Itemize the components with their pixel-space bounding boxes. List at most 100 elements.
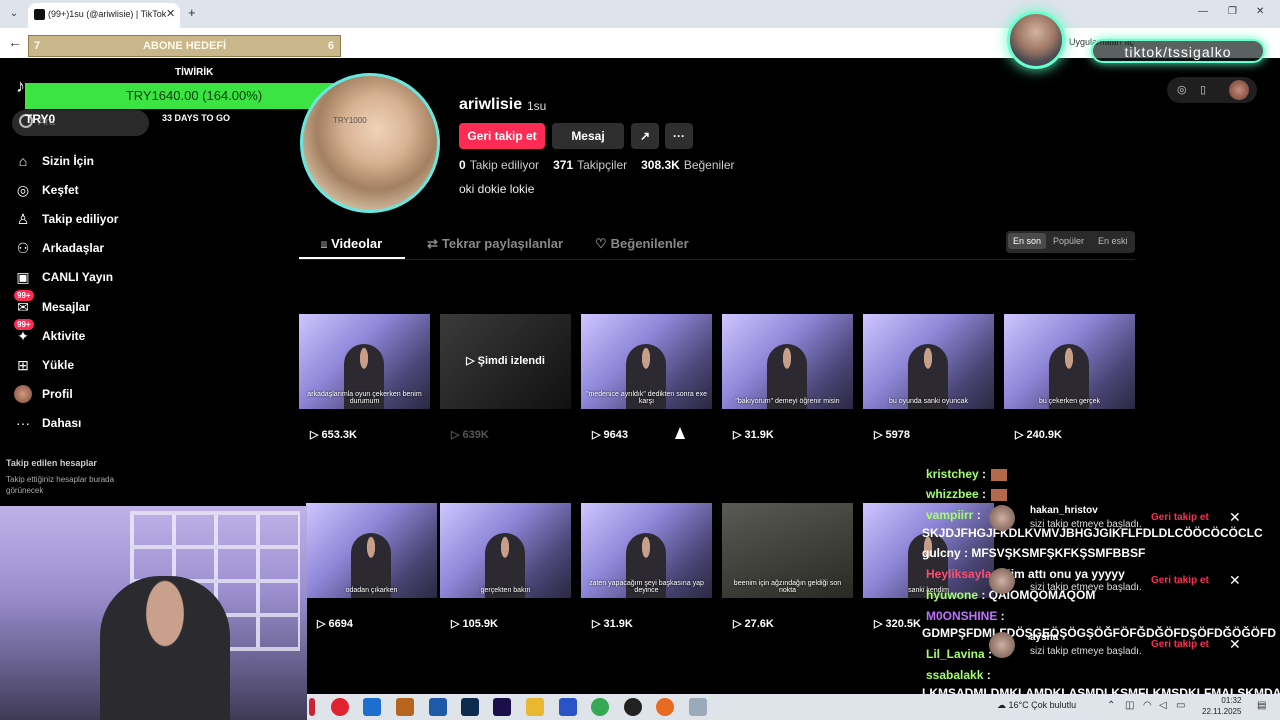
weather-widget[interactable]: ☁ 16°C Çok bulutlu — [997, 700, 1076, 711]
tray-volume-icon[interactable]: ◁ — [1159, 700, 1167, 711]
live-icon: ▣ — [16, 268, 30, 285]
tab-title: (99+)1su (@ariwlisie) | TikTok — [48, 9, 167, 19]
sidebar-item-2[interactable]: ◎ Keşfet — [14, 179, 234, 201]
message-button[interactable]: Mesaj — [552, 123, 624, 149]
sidebar-item-10[interactable]: ··· Dahası — [14, 412, 234, 434]
firefox-icon[interactable] — [656, 698, 674, 716]
share-icon[interactable]: ↗ — [631, 123, 659, 149]
stat-followers[interactable]: 371 Takipçiler — [553, 158, 627, 172]
video-caption: zaten yapacağım şeyi başkasına yap deyin… — [589, 580, 704, 594]
notification-follow-back-button[interactable]: Geri takip et — [1151, 639, 1209, 650]
chat-username: Heyliksayla — [926, 567, 992, 581]
sidebar-item-4[interactable]: ⚇ Arkadaşlar — [14, 237, 234, 259]
stat-following[interactable]: 0 Takip ediliyor — [459, 158, 539, 172]
more-options-icon[interactable]: ··· — [665, 123, 693, 149]
taskbar-app-icon[interactable] — [309, 698, 315, 716]
goal-current: 7 — [34, 40, 41, 52]
sidebar-item-5[interactable]: ▣ CANLI Yayın — [14, 266, 234, 288]
premiere-icon[interactable] — [493, 698, 511, 716]
chat-text: : — [997, 609, 1005, 623]
folder-icon[interactable] — [526, 698, 544, 716]
video-card[interactable]: arkadaşlarımla oyun çekerken benim durum… — [299, 314, 430, 409]
chat-text: : — [978, 487, 990, 501]
notification-follow-back-button[interactable]: Geri takip et — [1151, 575, 1209, 586]
coins-icon[interactable]: ◎ — [1177, 83, 1187, 96]
video-card[interactable]: "bakıyorum" demeyi öğrenir misin — [722, 314, 853, 409]
notification-center-icon[interactable]: ▤ — [1257, 700, 1266, 711]
tiktok-favicon-icon — [34, 9, 45, 20]
outlook-icon[interactable] — [363, 698, 381, 716]
sidebar-item-6[interactable]: ✉ 99+ Mesajlar — [14, 290, 234, 318]
compass-icon: ◎ — [16, 181, 30, 198]
sidebar-item-9[interactable]: Profil — [14, 383, 234, 405]
tab-liked[interactable]: ♡ Beğenilenler — [595, 236, 689, 252]
video-card[interactable]: zaten yapacağım şeyi başkasına yap deyin… — [581, 503, 712, 598]
video-card[interactable]: "medenice ayrıldık" dedikten sonra exe k… — [581, 314, 712, 409]
browser-tab[interactable]: (99+)1su (@ariwlisie) | TikTok ✕ — [28, 3, 180, 28]
sort-oldest[interactable]: En eski — [1098, 236, 1128, 246]
chrome-icon[interactable] — [591, 698, 609, 716]
sort-toggle: En son Popüler En eski — [1006, 231, 1135, 253]
profile-bio: oki dokie lokie — [459, 182, 535, 196]
tray-network-icon[interactable]: ◫ — [1125, 700, 1134, 711]
tab-reposts[interactable]: ⇄ Tekrar paylaşılanlar — [427, 236, 563, 252]
chat-username: ssabalakk — [926, 668, 984, 682]
notification-close-icon[interactable]: ✕ — [1229, 572, 1241, 589]
notification-badge: 99+ — [14, 290, 34, 301]
sort-latest[interactable]: En son — [1008, 233, 1047, 249]
goal-target: 6 — [327, 40, 334, 52]
following-icon: ♙ — [16, 210, 30, 227]
video-card[interactable]: odadan çıkarken — [306, 503, 437, 598]
video-card[interactable]: ▷ Şimdi izlendi — [440, 314, 571, 409]
clock-date: 22.11.2025 — [1202, 707, 1242, 716]
video-card[interactable]: beenim için ağzındağın geldiği son nokta — [722, 503, 853, 598]
new-tab-button[interactable]: + — [188, 5, 196, 20]
subscriber-goal-bar: ABONE HEDEFİ 7 6 — [28, 35, 341, 57]
notification-username: hakan_hristov — [1030, 505, 1098, 516]
sidebar-item-label: Keşfet — [42, 183, 79, 197]
donation-goal-label: TRY0 — [25, 112, 56, 126]
streamer-avatar — [1007, 11, 1065, 69]
notification-follow-back-button[interactable]: Geri takip et — [1151, 512, 1209, 523]
streamer-handle: tiktok/tssigalko — [1124, 44, 1232, 60]
photoshop-icon[interactable] — [461, 698, 479, 716]
chat-text: : — [973, 508, 981, 522]
profile-icon — [14, 385, 32, 403]
obs-icon[interactable] — [624, 698, 642, 716]
video-view-count: ▷ 27.6K — [733, 618, 774, 630]
video-card[interactable]: gerçekten bakın — [440, 503, 571, 598]
notification-close-icon[interactable]: ✕ — [1229, 636, 1241, 653]
grid-icon: ⦙⦙⦙ — [321, 240, 328, 250]
device-icon[interactable]: ▯ — [1200, 83, 1206, 96]
sidebar-item-7[interactable]: ✦ 99+ Aktivite — [14, 319, 234, 347]
video-card[interactable]: bu çekerken gerçek — [1004, 314, 1135, 409]
tray-wifi-icon[interactable]: ◠ — [1143, 700, 1152, 711]
clock-time: 01:32 — [1221, 696, 1242, 705]
tab-search-chevron-icon[interactable]: ⌄ — [6, 6, 22, 22]
notification-close-icon[interactable]: ✕ — [1229, 509, 1241, 526]
app-icon-2[interactable] — [559, 698, 577, 716]
tray-chevron-icon[interactable]: ⌃ — [1107, 700, 1115, 711]
webcam-streamer — [100, 576, 230, 720]
tab-videos[interactable]: ⦙⦙⦙ Videolar — [321, 236, 382, 251]
sidebar-item-1[interactable]: ⌂ Sizin İçin — [14, 150, 234, 172]
tray-battery-icon[interactable]: ▭ — [1176, 700, 1185, 711]
account-avatar[interactable] — [1229, 80, 1249, 100]
back-button[interactable]: ← — [8, 34, 22, 50]
profile-avatar: TRY1000 — [300, 73, 440, 213]
store-icon[interactable] — [429, 698, 447, 716]
follow-notification: aysha sizi takip etmeye başladı. Geri taki… — [985, 628, 1253, 662]
sidebar-item-label: Mesajlar — [42, 300, 91, 314]
follow-back-button[interactable]: Geri takip et — [459, 123, 545, 149]
tab-close-icon[interactable]: ✕ — [166, 7, 175, 20]
sort-popular[interactable]: Popüler — [1053, 236, 1084, 246]
sidebar-item-8[interactable]: ⊞ Yükle — [14, 354, 234, 376]
donation-days-left: 33 DAYS TO GO — [162, 113, 231, 123]
app-icon[interactable] — [396, 698, 414, 716]
sidebar-item-3[interactable]: ♙ Takip ediliyor — [14, 208, 234, 230]
opera-icon[interactable] — [331, 698, 349, 716]
video-card[interactable]: bu oyunda sanki oyuncak — [863, 314, 994, 409]
clock[interactable]: 01:32 22.11.2025 — [1202, 695, 1241, 717]
app-icon-3[interactable] — [689, 698, 707, 716]
top-right-actions: ◎ ▯ — [1167, 77, 1257, 103]
